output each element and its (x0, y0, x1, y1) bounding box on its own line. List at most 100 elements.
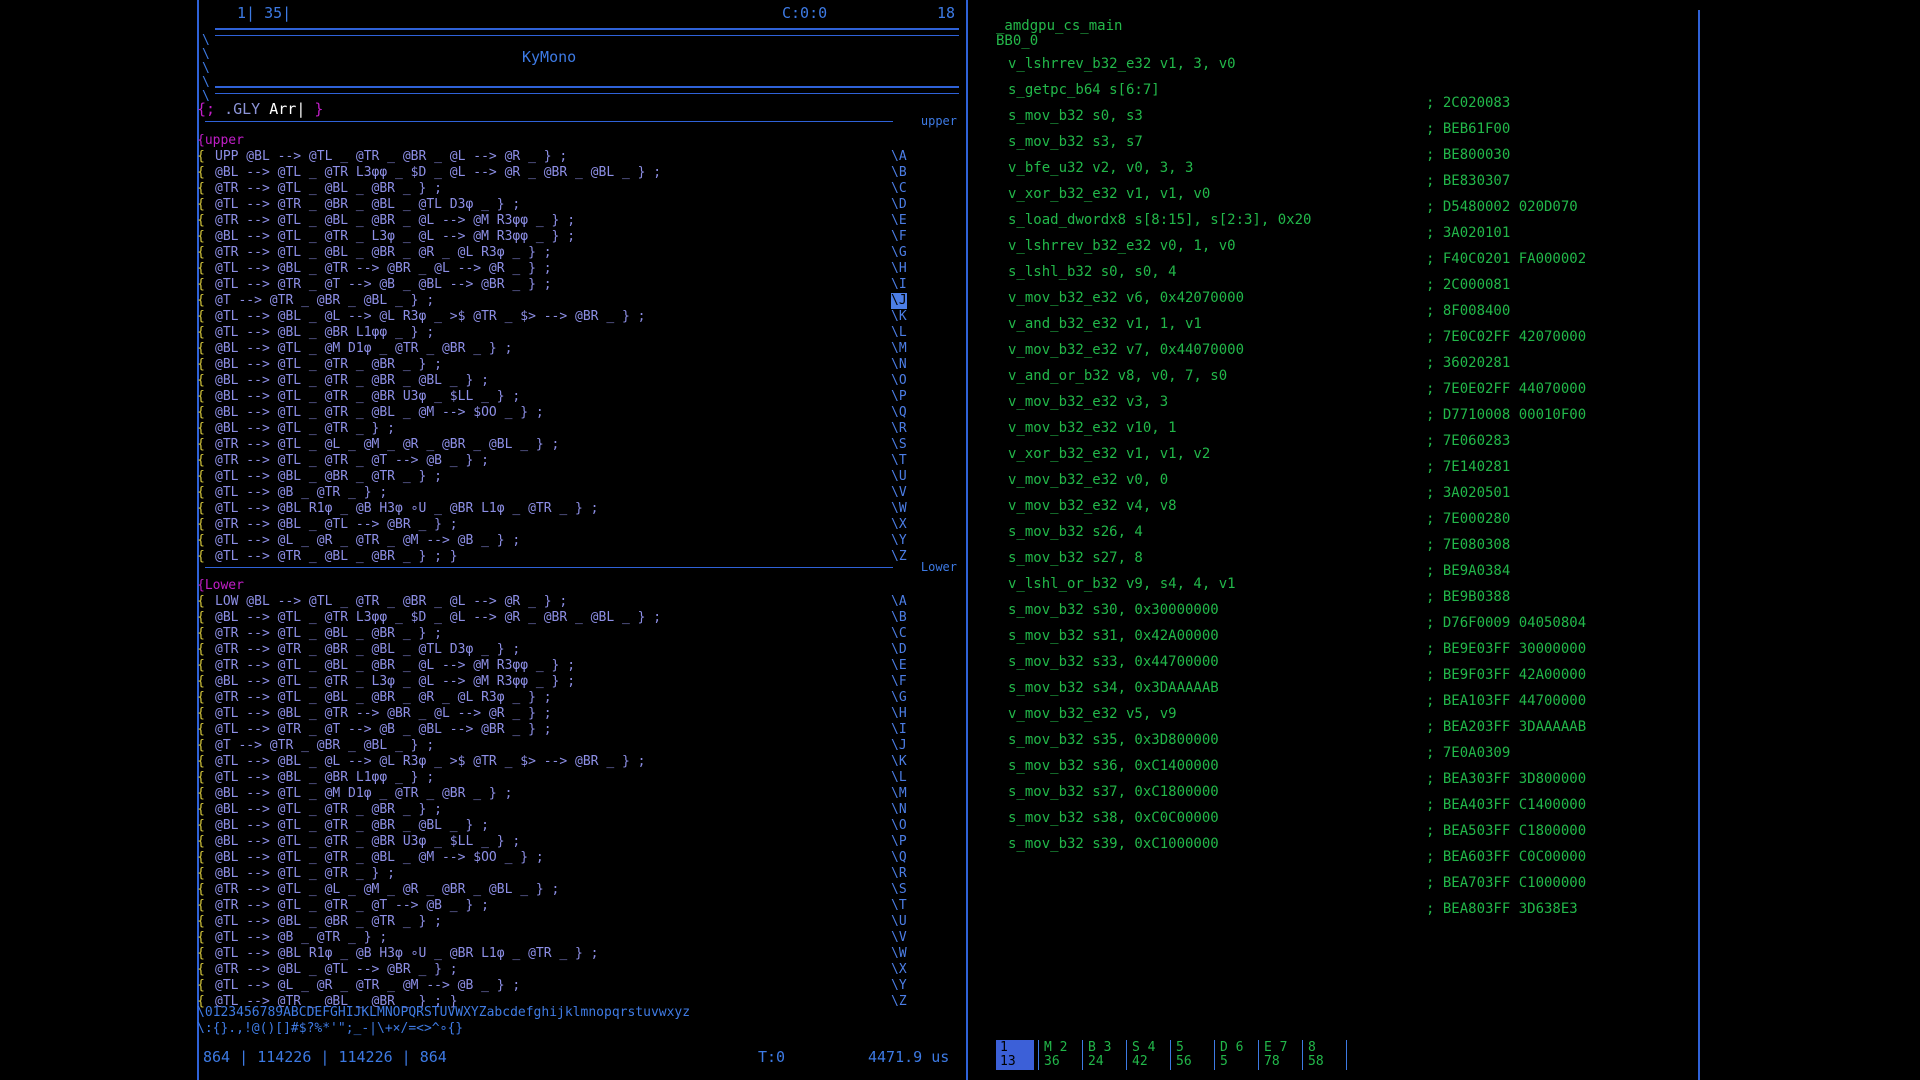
code-line[interactable]: {@TL --> @BL _ @L --> @L R3φ _ >$ @TR _ … (197, 754, 959, 770)
register-cell[interactable]: 8 58 (1304, 1040, 1342, 1070)
glyph-gutter-label[interactable]: \G (891, 245, 907, 261)
register-cell[interactable]: 1 13 (996, 1040, 1034, 1070)
asm-instruction[interactable]: s_mov_b32 s0, s3 (1008, 108, 1143, 124)
code-line[interactable]: {@TR --> @TL _ @BL _ @BR _ @R _ @L R3φ _… (197, 690, 959, 706)
glyph-gutter-label[interactable]: \E (891, 658, 907, 674)
code-line[interactable]: {@BL --> @TL _ @TR _ } ; \R (197, 421, 959, 437)
glyph-gutter-label[interactable]: \D (891, 642, 907, 658)
asm-instruction[interactable]: s_mov_b32 s30, 0x30000000 (1008, 602, 1219, 618)
asm-instruction[interactable]: s_lshl_b32 s0, s0, 4 (1008, 264, 1177, 280)
code-line[interactable]: {@TR --> @TL _ @L _ @M _ @R _ @BR _ @BL … (197, 437, 959, 453)
glyph-gutter-label[interactable]: \T (891, 453, 907, 469)
asm-instruction[interactable]: v_mov_b32_e32 v6, 0x42070000 (1008, 290, 1244, 306)
code-line[interactable]: {@TR --> @TL _ @BL _ @BR _ @L --> @M R3φ… (197, 213, 959, 229)
glyph-gutter-label[interactable]: \Y (891, 978, 907, 994)
editor-panel[interactable]: 1| 35| C:0:0 18 \ \ \ \ \ KyMono {; .GLY Arr… (197, 0, 959, 1080)
glyph-gutter-label[interactable]: \V (891, 485, 907, 501)
code-line[interactable]: {@T --> @TR _ @BR _ @BL _ } ; \J (197, 293, 959, 309)
glyph-gutter-label[interactable]: \X (891, 962, 907, 978)
glyph-gutter-label[interactable]: \T (891, 898, 907, 914)
asm-instruction[interactable]: s_getpc_b64 s[6:7] (1008, 82, 1160, 98)
code-line[interactable]: {UPP @BL --> @TL _ @TR _ @BR _ @L --> @R… (197, 149, 959, 165)
code-line[interactable]: {@TL --> @BL _ @BR _ @TR _ } ; \U (197, 914, 959, 930)
glyph-gutter-label[interactable]: \M (891, 786, 907, 802)
glyph-gutter-label[interactable]: \E (891, 213, 907, 229)
code-line[interactable]: {@TL --> @BL _ @TR --> @BR _ @L --> @R _… (197, 706, 959, 722)
asm-instruction[interactable]: v_bfe_u32 v2, v0, 3, 3 (1008, 160, 1193, 176)
register-cell[interactable]: E 7 78 (1260, 1040, 1298, 1070)
code-line[interactable]: {@BL --> @TL _ @TR _ @BR _ @BL _ } ; \O (197, 373, 959, 389)
code-line[interactable]: {@BL --> @TL _ @TR L3φφ _ $D _ @L --> @R… (197, 165, 959, 181)
glyph-gutter-label[interactable]: \W (891, 946, 907, 962)
code-line[interactable]: {@TL --> @TR _ @BR _ @BL _ @TL D3φ _ } ;… (197, 197, 959, 213)
asm-instruction[interactable]: v_mov_b32_e32 v5, v9 (1008, 706, 1177, 722)
asm-instruction[interactable]: s_mov_b32 s33, 0x44700000 (1008, 654, 1219, 670)
glyph-gutter-label[interactable]: \R (891, 866, 907, 882)
code-line[interactable]: {@TR --> @TL _ @BL _ @BR _ @L --> @M R3φ… (197, 658, 959, 674)
code-line[interactable]: {@BL --> @TL _ @TR _ @BL _ @M --> $OO _ … (197, 405, 959, 421)
glyph-gutter-label[interactable]: \J (891, 293, 907, 309)
glyph-gutter-label[interactable]: \N (891, 357, 907, 373)
code-line[interactable]: {@TR --> @TL _ @BL _ @BR _ } ; \C (197, 181, 959, 197)
glyph-gutter-label[interactable]: \C (891, 181, 907, 197)
code-line[interactable]: {@TR --> @TL _ @L _ @M _ @R _ @BR _ @BL … (197, 882, 959, 898)
asm-instruction[interactable]: s_mov_b32 s35, 0x3D800000 (1008, 732, 1219, 748)
code-line[interactable]: {@TR --> @TL _ @TR _ @T --> @B _ } ; \T (197, 898, 959, 914)
glyph-gutter-label[interactable]: \Y (891, 533, 907, 549)
register-cell[interactable]: M 2 36 (1040, 1040, 1078, 1070)
code-line[interactable]: {@TL --> @BL _ @BR _ @TR _ } ; \U (197, 469, 959, 485)
code-line[interactable]: {@T --> @TR _ @BR _ @BL _ } ; \J (197, 738, 959, 754)
asm-instruction[interactable]: s_mov_b32 s37, 0xC1800000 (1008, 784, 1219, 800)
glyph-gutter-label[interactable]: \N (891, 802, 907, 818)
asm-instruction[interactable]: s_load_dwordx8 s[8:15], s[2:3], 0x20 (1008, 212, 1311, 228)
glyph-gutter-label[interactable]: \H (891, 261, 907, 277)
register-cell[interactable]: S 4 42 (1128, 1040, 1166, 1070)
code-line[interactable]: {@BL --> @TL _ @M D1φ _ @TR _ @BR _ } ; \… (197, 341, 959, 357)
glyph-gutter-label[interactable]: \P (891, 834, 907, 850)
glyph-gutter-label[interactable]: \D (891, 197, 907, 213)
asm-instruction[interactable]: v_xor_b32_e32 v1, v1, v0 (1008, 186, 1210, 202)
code-line[interactable]: {@BL --> @TL _ @TR _ @BR _ @BL _ } ; \O (197, 818, 959, 834)
asm-instruction[interactable]: v_lshrrev_b32_e32 v1, 3, v0 (1008, 56, 1236, 72)
asm-instruction[interactable]: v_mov_b32_e32 v4, v8 (1008, 498, 1177, 514)
glyph-gutter-label[interactable]: \K (891, 309, 907, 325)
glyph-gutter-label[interactable]: \G (891, 690, 907, 706)
glyph-gutter-label[interactable]: \H (891, 706, 907, 722)
code-line[interactable]: {@TL --> @TR _ @T --> @B _ @BL --> @BR _… (197, 722, 959, 738)
asm-instruction[interactable]: s_mov_b32 s38, 0xC0C00000 (1008, 810, 1219, 826)
code-line[interactable]: {@TL --> @L _ @R _ @TR _ @M --> @B _ } ;… (197, 533, 959, 549)
glyph-gutter-label[interactable]: \I (891, 277, 907, 293)
code-line[interactable]: {@BL --> @TL _ @TR _ L3φ _ @L --> @M R3φ… (197, 229, 959, 245)
glyph-gutter-label[interactable]: \W (891, 501, 907, 517)
glyph-gutter-label[interactable]: \K (891, 754, 907, 770)
code-line[interactable]: {@BL --> @TL _ @TR _ L3φ _ @L --> @M R3φ… (197, 674, 959, 690)
glyph-gutter-label[interactable]: \B (891, 165, 907, 181)
glyph-gutter-label[interactable]: \Q (891, 405, 907, 421)
code-line[interactable]: {@TL --> @BL _ @L --> @L R3φ _ >$ @TR _ … (197, 309, 959, 325)
code-line[interactable]: {LOW @BL --> @TL _ @TR _ @BR _ @L --> @R… (197, 594, 959, 610)
glyph-gutter-label[interactable]: \L (891, 325, 907, 341)
code-line[interactable]: {@TL --> @B _ @TR _ } ; \V (197, 485, 959, 501)
register-cell[interactable]: B 3 24 (1084, 1040, 1122, 1070)
code-line[interactable]: {@BL --> @TL _ @TR _ } ; \R (197, 866, 959, 882)
glyph-gutter-label[interactable]: \A (891, 149, 907, 165)
disassembly-panel[interactable]: _amdgpu_cs_main BB0_0 v_lshrrev_b32_e32 … (990, 0, 1690, 1080)
asm-instruction[interactable]: v_lshl_or_b32 v9, s4, 4, v1 (1008, 576, 1236, 592)
code-line[interactable]: {@TR --> @BL _ @TL --> @BR _ } ; \X (197, 517, 959, 533)
glyph-gutter-label[interactable]: \X (891, 517, 907, 533)
code-line[interactable]: {@TL --> @L _ @R _ @TR _ @M --> @B _ } ;… (197, 978, 959, 994)
asm-instruction[interactable]: v_xor_b32_e32 v1, v1, v2 (1008, 446, 1210, 462)
code-line[interactable]: {@TL --> @BL _ @TR --> @BR _ @L --> @R _… (197, 261, 959, 277)
glyph-gutter-label[interactable]: \J (891, 738, 907, 754)
asm-instruction[interactable]: s_mov_b32 s27, 8 (1008, 550, 1143, 566)
glyph-gutter-label[interactable]: \C (891, 626, 907, 642)
code-line[interactable]: {@TL --> @BL R1φ _ @B H3φ ∘U _ @BR L1φ _… (197, 501, 959, 517)
asm-instruction[interactable]: s_mov_b32 s34, 0x3DAAAAAB (1008, 680, 1219, 696)
register-cell[interactable]: 5 56 (1172, 1040, 1210, 1070)
asm-instruction[interactable]: v_mov_b32_e32 v7, 0x44070000 (1008, 342, 1244, 358)
glyph-gutter-label[interactable]: \B (891, 610, 907, 626)
register-cell[interactable]: D 65 (1216, 1040, 1254, 1070)
glyph-gutter-label[interactable]: \P (891, 389, 907, 405)
upper-code-block[interactable]: {upper {UPP @BL --> @TL _ @TR _ @BR _ @L… (197, 133, 959, 565)
asm-instruction[interactable]: v_and_or_b32 v8, v0, 7, s0 (1008, 368, 1227, 384)
